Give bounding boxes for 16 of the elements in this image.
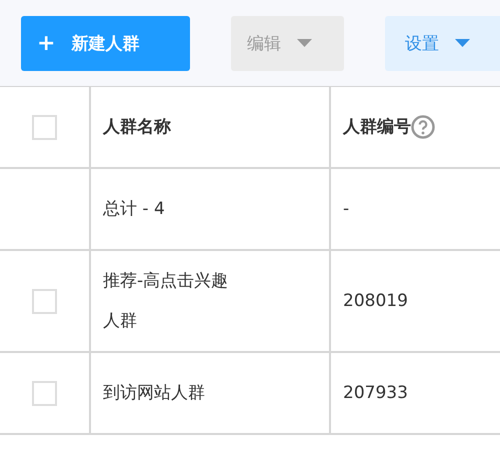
table-cell-text: 推荐-高点击兴趣人群	[103, 270, 230, 333]
help-icon[interactable]	[411, 115, 435, 139]
checkbox[interactable]	[32, 288, 57, 314]
new-group-button[interactable]: + 新建人群	[21, 16, 190, 70]
settings-button[interactable]: 设置	[385, 16, 500, 70]
total-cell-text: 总计 - 4	[103, 198, 165, 221]
checkbox[interactable]	[32, 114, 57, 140]
caret-icon	[455, 39, 470, 47]
total-cell-text: -	[343, 198, 350, 221]
checkbox[interactable]	[32, 380, 57, 406]
caret-icon	[297, 39, 312, 47]
column-header: 人群名称	[103, 116, 171, 139]
table-cell-text: 208019	[343, 290, 408, 313]
table-cell-text: 207933	[343, 382, 408, 405]
column-header: 人群编号	[343, 116, 411, 139]
table-cell-text: 到访网站人群	[103, 382, 205, 405]
